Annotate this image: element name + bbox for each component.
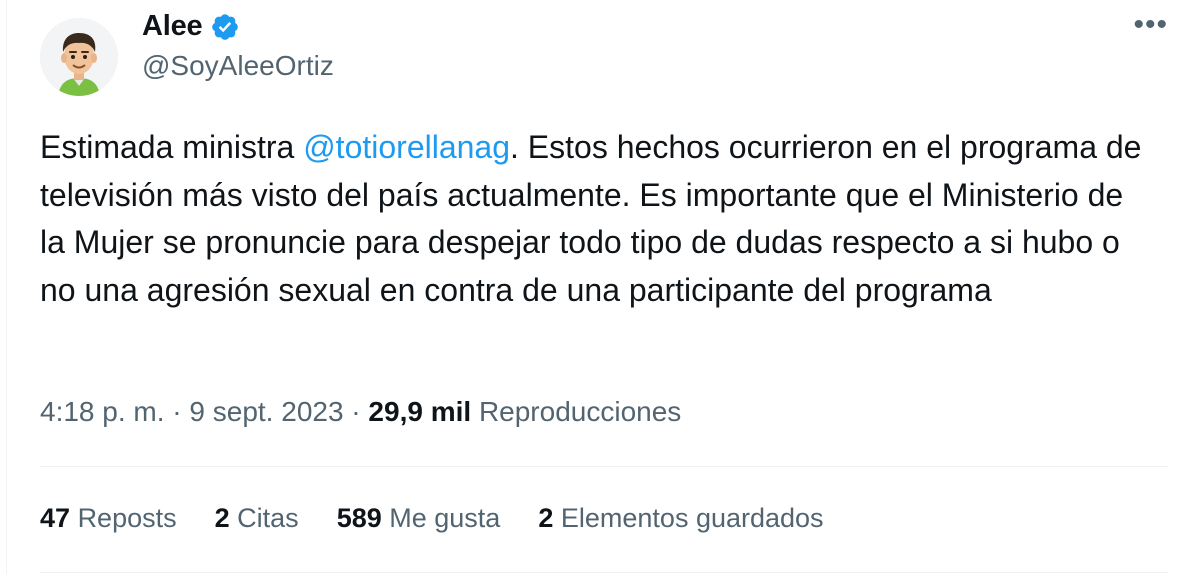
author-display-name[interactable]: Alee (142, 10, 203, 43)
meta-separator: · (164, 396, 190, 427)
more-options-icon[interactable]: ••• (1133, 8, 1168, 42)
reposts-count: 47 (40, 503, 71, 533)
engagement-stats: 47 Reposts 2 Citas 589 Me gusta 2 Elemen… (40, 503, 824, 534)
mention-link[interactable]: @totiorellanag (303, 129, 510, 165)
tweet-date[interactable]: 9 sept. 2023 (189, 396, 343, 427)
author-name-row[interactable]: Alee (142, 10, 240, 43)
tweet-time[interactable]: 4:18 p. m. (40, 396, 165, 427)
divider (40, 572, 1168, 573)
bookmarks-label: Elementos guardados (560, 503, 824, 533)
quotes-stat[interactable]: 2 Citas (215, 503, 299, 534)
quotes-label: Citas (237, 503, 299, 533)
cartoon-man-avatar-icon (40, 18, 118, 96)
bookmarks-count: 2 (538, 503, 554, 533)
views-label: Reproducciones (478, 396, 682, 427)
reposts-label: Reposts (77, 503, 177, 533)
meta-separator: · (343, 396, 369, 427)
verified-badge-icon (210, 12, 240, 42)
author-handle[interactable]: @SoyAleeOrtiz (142, 50, 334, 82)
likes-count: 589 (336, 503, 382, 533)
views-count: 29,9 mil (368, 396, 472, 427)
tweet-meta: 4:18 p. m. · 9 sept. 2023 · 29,9 mil Rep… (40, 396, 681, 428)
reposts-stat[interactable]: 47 Reposts (40, 503, 177, 534)
likes-stat[interactable]: 589 Me gusta (337, 503, 501, 534)
frame-border (6, 0, 7, 574)
divider (40, 466, 1168, 467)
avatar[interactable] (40, 18, 118, 96)
tweet-text-start: Estimada ministra (40, 129, 304, 165)
quotes-count: 2 (214, 503, 230, 533)
likes-label: Me gusta (389, 503, 501, 533)
bookmarks-stat[interactable]: 2 Elementos guardados (538, 503, 823, 534)
tweet-text: Estimada ministra @totiorellanag. Estos … (40, 124, 1150, 314)
